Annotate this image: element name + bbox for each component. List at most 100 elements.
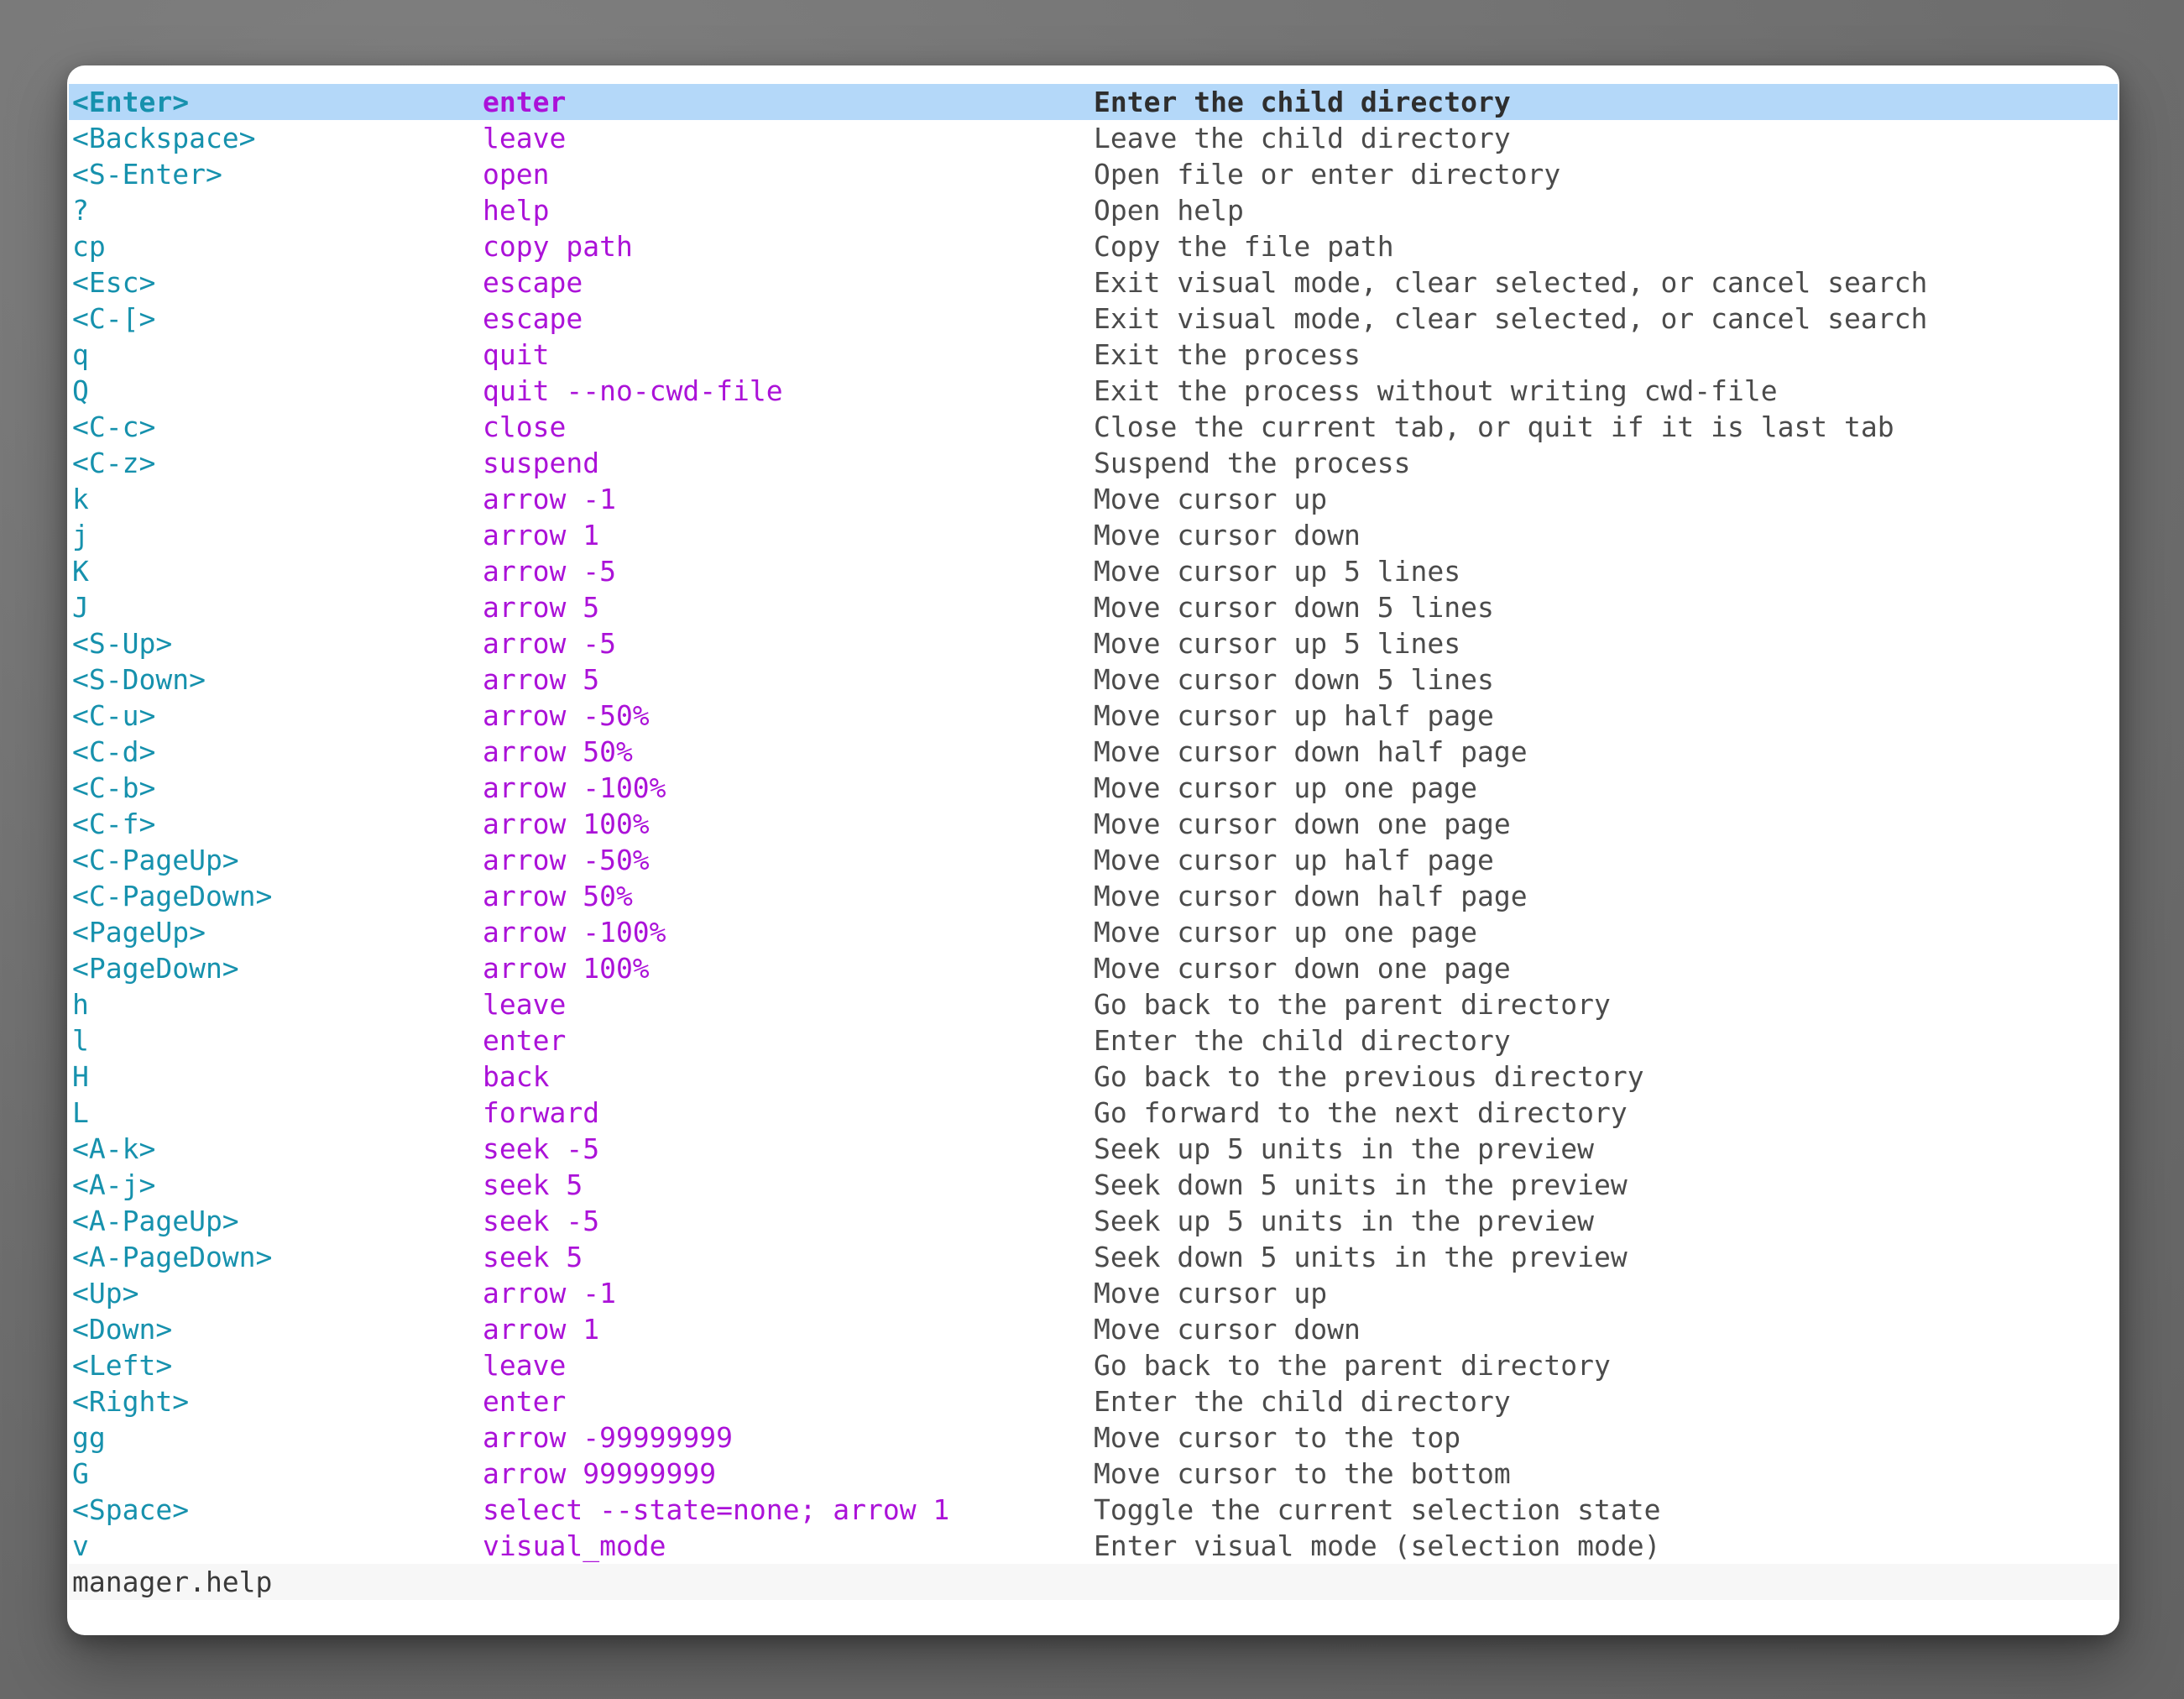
keybind-command: back xyxy=(483,1059,549,1095)
keybind-key: <C-b> xyxy=(72,770,155,806)
keybind-key: <S-Enter> xyxy=(72,156,222,192)
keybind-description: Enter visual mode (selection mode) xyxy=(1094,1528,1661,1564)
keybind-row[interactable]: qquitExit the process xyxy=(69,337,2118,373)
keybind-row[interactable]: <Left>leaveGo back to the parent directo… xyxy=(69,1347,2118,1383)
keybind-key: <C-d> xyxy=(72,734,155,770)
desktop-background: <Enter>enterEnter the child directory<Ba… xyxy=(0,0,2184,1699)
keybind-key: k xyxy=(72,481,89,517)
keybind-row[interactable]: ?helpOpen help xyxy=(69,192,2118,228)
keybind-row[interactable]: <C-PageDown>arrow 50%Move cursor down ha… xyxy=(69,878,2118,914)
keybind-description: Move cursor down one page xyxy=(1094,806,1511,842)
keybind-row[interactable]: hleaveGo back to the parent directory xyxy=(69,986,2118,1022)
keybind-command: enter xyxy=(483,1383,566,1419)
keybind-command: arrow 5 xyxy=(483,589,599,625)
keybind-description: Exit the process xyxy=(1094,337,1361,373)
keybind-row[interactable]: <C-z>suspendSuspend the process xyxy=(69,445,2118,481)
keybind-row[interactable]: <PageUp>arrow -100%Move cursor up one pa… xyxy=(69,914,2118,950)
keybind-key: <PageUp> xyxy=(72,914,206,950)
keybind-key: <Right> xyxy=(72,1383,189,1419)
keybind-key: Q xyxy=(72,373,89,409)
keybind-key: <PageDown> xyxy=(72,950,239,986)
keybind-row[interactable]: <Enter>enterEnter the child directory xyxy=(69,84,2118,120)
keybind-row[interactable]: <C-u>arrow -50%Move cursor up half page xyxy=(69,698,2118,734)
keybind-command: enter xyxy=(483,1022,566,1059)
keybind-description: Close the current tab, or quit if it is … xyxy=(1094,409,1894,445)
keybind-row[interactable]: lenterEnter the child directory xyxy=(69,1022,2118,1059)
keybind-row[interactable]: <S-Down>arrow 5Move cursor down 5 lines xyxy=(69,661,2118,698)
keybind-row[interactable]: Garrow 99999999Move cursor to the bottom xyxy=(69,1456,2118,1492)
keybind-key: gg xyxy=(72,1419,106,1456)
keybind-row[interactable]: HbackGo back to the previous directory xyxy=(69,1059,2118,1095)
keybind-description: Move cursor to the bottom xyxy=(1094,1456,1511,1492)
keybind-command: forward xyxy=(483,1095,599,1131)
keybind-row[interactable]: <Space>select --state=none; arrow 1Toggl… xyxy=(69,1492,2118,1528)
keybind-row[interactable]: <C-b>arrow -100%Move cursor up one page xyxy=(69,770,2118,806)
keybind-command: arrow 100% xyxy=(483,950,650,986)
keybind-command: quit xyxy=(483,337,549,373)
keybind-key: v xyxy=(72,1528,89,1564)
keybind-key: <C-[> xyxy=(72,301,155,337)
keybind-description: Go forward to the next directory xyxy=(1094,1095,1628,1131)
keybind-key: <S-Down> xyxy=(72,661,206,698)
keybind-command: arrow -5 xyxy=(483,625,616,661)
keybind-row[interactable]: ggarrow -99999999Move cursor to the top xyxy=(69,1419,2118,1456)
keybind-key: h xyxy=(72,986,89,1022)
keybind-key: cp xyxy=(72,228,106,264)
keybind-command: help xyxy=(483,192,549,228)
keybind-row[interactable]: Karrow -5Move cursor up 5 lines xyxy=(69,553,2118,589)
keybind-description: Suspend the process xyxy=(1094,445,1411,481)
keybind-row[interactable]: <Backspace>leaveLeave the child director… xyxy=(69,120,2118,156)
keybind-row[interactable]: <C-d>arrow 50%Move cursor down half page xyxy=(69,734,2118,770)
keybind-row[interactable]: <A-k>seek -5Seek up 5 units in the previ… xyxy=(69,1131,2118,1167)
keybind-key: J xyxy=(72,589,89,625)
keybind-description: Enter the child directory xyxy=(1094,84,1511,120)
keybind-key: <Esc> xyxy=(72,264,155,301)
keybind-row[interactable]: <Esc>escapeExit visual mode, clear selec… xyxy=(69,264,2118,301)
keybind-row[interactable]: <PageDown> arrow 100% Move cursor down one… xyxy=(69,950,2118,986)
keybind-key: <Space> xyxy=(72,1492,189,1528)
keybind-row[interactable]: Qquit --no-cwd-fileExit the process with… xyxy=(69,373,2118,409)
keybind-row[interactable]: karrow -1Move cursor up xyxy=(69,481,2118,517)
keybind-command: quit --no-cwd-file xyxy=(483,373,783,409)
keybind-description: Move cursor to the top xyxy=(1094,1419,1460,1456)
keybind-row[interactable]: <S-Enter>openOpen file or enter director… xyxy=(69,156,2118,192)
keybind-description: Move cursor up xyxy=(1094,1275,1327,1311)
keybind-command: leave xyxy=(483,986,566,1022)
keybind-row[interactable]: <A-PageUp>seek -5Seek up 5 units in the … xyxy=(69,1203,2118,1239)
keybind-key: <A-j> xyxy=(72,1167,155,1203)
terminal-window: <Enter>enterEnter the child directory<Ba… xyxy=(67,65,2119,1635)
keybind-row[interactable]: <C-f>arrow 100%Move cursor down one page xyxy=(69,806,2118,842)
keybind-command: arrow 100% xyxy=(483,806,650,842)
keybind-key: <Enter> xyxy=(72,84,189,120)
keybind-row[interactable]: <A-j>seek 5Seek down 5 units in the prev… xyxy=(69,1167,2118,1203)
keybind-command: leave xyxy=(483,1347,566,1383)
status-bar: manager.help xyxy=(69,1564,2118,1600)
keybind-key: H xyxy=(72,1059,89,1095)
keybind-key: j xyxy=(72,517,89,553)
keybind-description: Enter the child directory xyxy=(1094,1383,1511,1419)
keybind-row[interactable]: vvisual_modeEnter visual mode (selection… xyxy=(69,1528,2118,1564)
keybind-command: open xyxy=(483,156,549,192)
keybind-row[interactable]: <C-c>closeClose the current tab, or quit… xyxy=(69,409,2118,445)
keybind-command: escape xyxy=(483,264,583,301)
keybind-description: Move cursor down 5 lines xyxy=(1094,661,1494,698)
keybind-description: Move cursor up half page xyxy=(1094,842,1494,878)
keybind-description: Seek down 5 units in the preview xyxy=(1094,1239,1628,1275)
keybind-command: copy path xyxy=(483,228,633,264)
keybind-row[interactable]: LforwardGo forward to the next directory xyxy=(69,1095,2118,1131)
keybind-row[interactable]: cpcopy pathCopy the file path xyxy=(69,228,2118,264)
keybind-key: <A-PageDown> xyxy=(72,1239,272,1275)
keybind-row[interactable]: <Up>arrow -1Move cursor up xyxy=(69,1275,2118,1311)
keybind-command: arrow -100% xyxy=(483,914,666,950)
keybind-row[interactable]: Jarrow 5Move cursor down 5 lines xyxy=(69,589,2118,625)
keybind-description: Move cursor down one page xyxy=(1094,950,1511,986)
keybind-row[interactable]: jarrow 1Move cursor down xyxy=(69,517,2118,553)
keybind-description: Seek down 5 units in the preview xyxy=(1094,1167,1628,1203)
keybind-row[interactable]: <C-[>escapeExit visual mode, clear selec… xyxy=(69,301,2118,337)
keybind-row[interactable]: <S-Up>arrow -5Move cursor up 5 lines xyxy=(69,625,2118,661)
keybind-row[interactable]: <Down>arrow 1Move cursor down xyxy=(69,1311,2118,1347)
keybind-row[interactable]: <Right> enter Enter the child directory xyxy=(69,1383,2118,1419)
keybind-row[interactable]: <C-PageUp>arrow -50%Move cursor up half … xyxy=(69,842,2118,878)
keybind-row[interactable]: <A-PageDown>seek 5Seek down 5 units in t… xyxy=(69,1239,2118,1275)
keybinding-list: <Enter>enterEnter the child directory<Ba… xyxy=(69,84,2118,1564)
